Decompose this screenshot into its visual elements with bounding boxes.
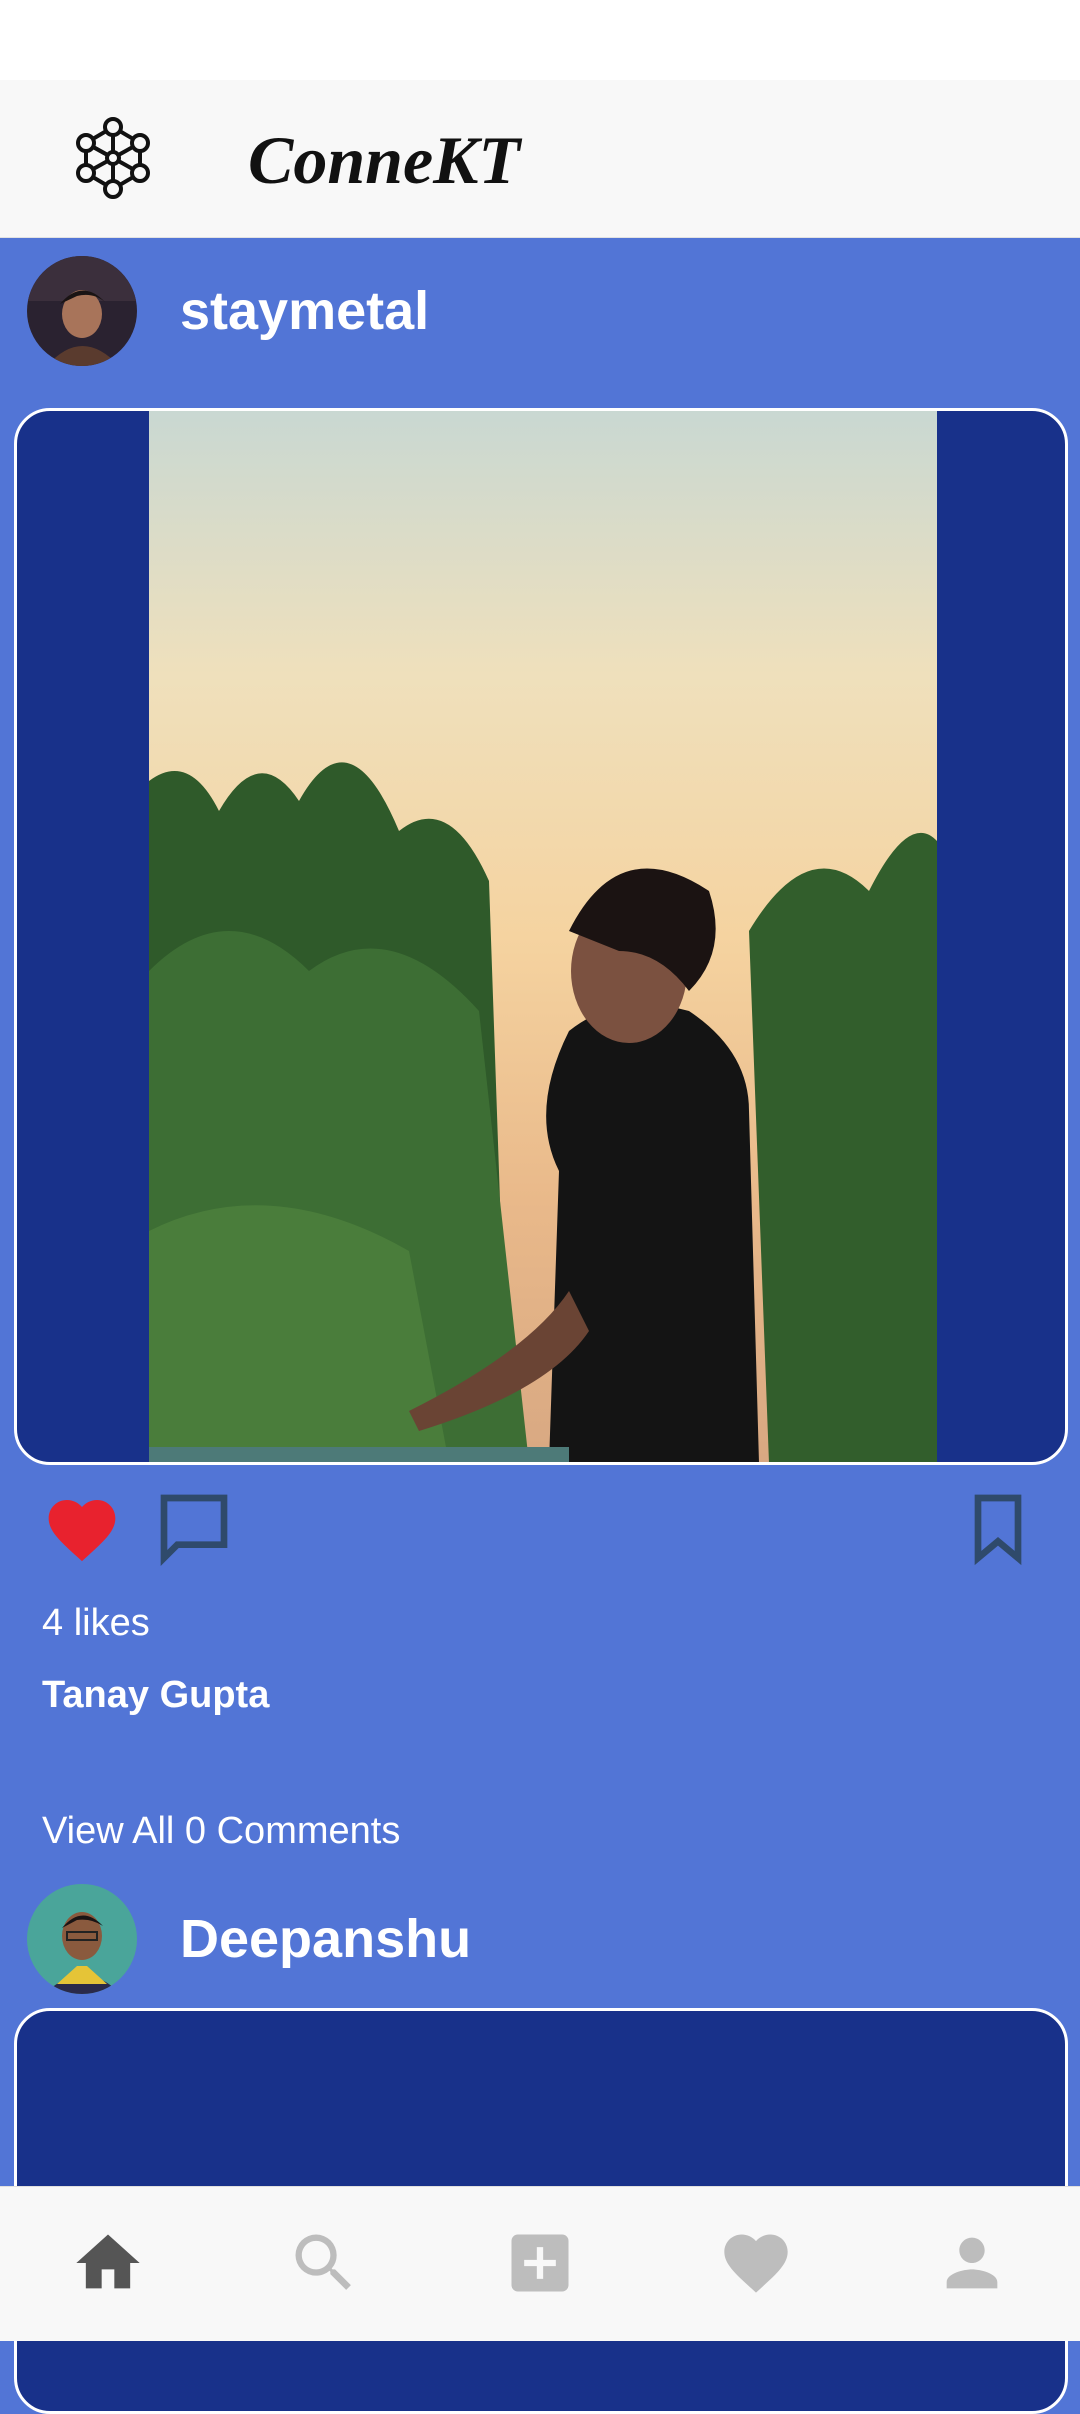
post-media[interactable]: [14, 408, 1068, 1465]
username[interactable]: Deepanshu: [180, 1906, 471, 1972]
post-header[interactable]: staymetal: [0, 256, 1080, 376]
comment-icon[interactable]: [154, 1488, 234, 1568]
post-header[interactable]: Deepanshu: [0, 1884, 1080, 2004]
activity-heart-icon[interactable]: [718, 2225, 794, 2301]
profile-icon[interactable]: [934, 2225, 1010, 2301]
caption-name[interactable]: Tanay Gupta: [42, 1672, 269, 1718]
bottom-nav: [0, 2186, 1080, 2341]
avatar[interactable]: [27, 256, 137, 366]
add-post-icon[interactable]: [502, 2225, 578, 2301]
app-header: ConneKT: [0, 80, 1080, 238]
view-comments-link[interactable]: View All 0 Comments: [42, 1808, 400, 1854]
bookmark-icon[interactable]: [958, 1488, 1038, 1568]
home-icon[interactable]: [70, 2225, 146, 2301]
search-icon[interactable]: [286, 2225, 362, 2301]
app-title: ConneKT: [248, 122, 521, 198]
network-logo-icon: [76, 117, 150, 199]
username[interactable]: staymetal: [180, 278, 429, 344]
status-bar: [0, 0, 1080, 80]
like-heart-icon[interactable]: [42, 1490, 122, 1570]
avatar[interactable]: [27, 1884, 137, 1994]
post-photo: [149, 411, 937, 1462]
likes-count[interactable]: 4 likes: [42, 1600, 150, 1646]
